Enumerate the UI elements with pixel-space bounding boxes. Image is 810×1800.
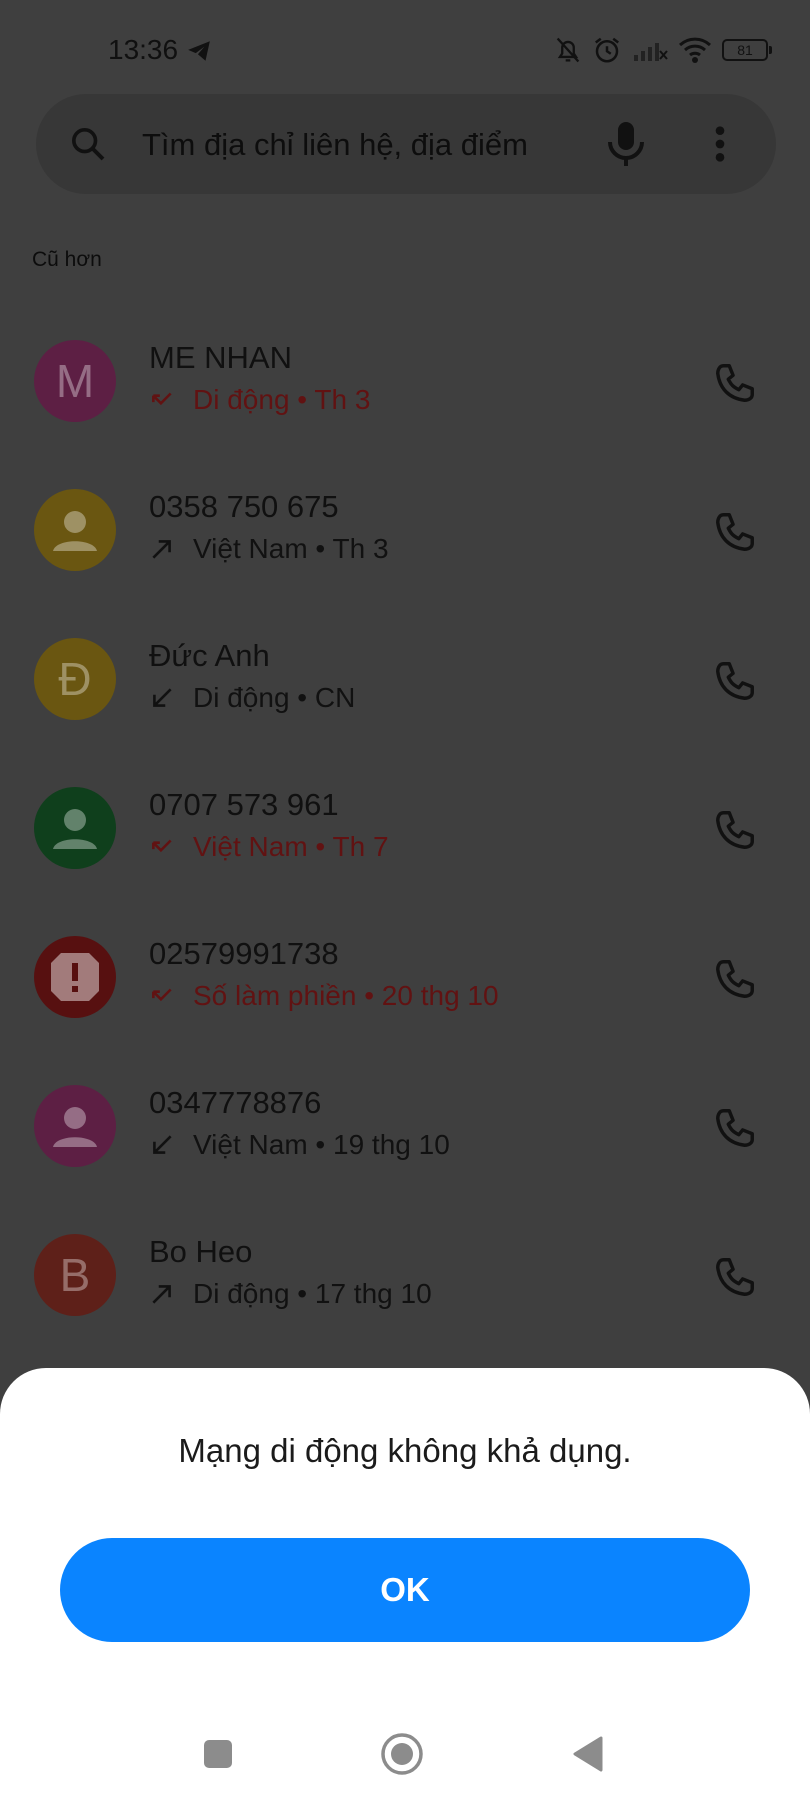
more-vert-icon[interactable] bbox=[712, 124, 728, 164]
alarm-icon bbox=[595, 37, 619, 63]
call-detail: Việt Nam • 19 thg 10 bbox=[149, 1129, 450, 1161]
contact-avatar[interactable]: M bbox=[34, 340, 116, 422]
incoming-call-icon bbox=[153, 1135, 172, 1154]
phone-icon[interactable] bbox=[712, 658, 758, 704]
back-triangle-icon[interactable] bbox=[566, 1732, 610, 1776]
call-log-list: M ME NHAN Di động • Th 3 0358 750 675 Việt N… bbox=[0, 320, 810, 1363]
avatar-initial: B bbox=[59, 1249, 91, 1301]
contact-avatar[interactable]: B bbox=[34, 1234, 116, 1316]
contact-name: 0707 573 961 bbox=[149, 787, 339, 822]
call-log-row[interactable]: B Bo Heo Di động • 17 thg 10 bbox=[0, 1214, 810, 1363]
recents-square-icon[interactable] bbox=[196, 1732, 240, 1776]
phone-icon[interactable] bbox=[712, 956, 758, 1002]
contact-name: Bo Heo bbox=[149, 1234, 253, 1269]
call-detail: Di động • Th 3 bbox=[149, 384, 370, 416]
contact-avatar[interactable]: Đ bbox=[34, 638, 116, 720]
call-detail-text: Di động • Th 3 bbox=[193, 384, 371, 415]
navigation-bar bbox=[0, 1700, 810, 1800]
phone-icon[interactable] bbox=[712, 807, 758, 853]
contact-avatar[interactable] bbox=[34, 489, 116, 571]
contact-name: 0358 750 675 bbox=[149, 489, 339, 524]
call-log-row[interactable]: M ME NHAN Di động • Th 3 bbox=[0, 320, 810, 469]
missed-call-icon bbox=[152, 839, 172, 853]
call-detail: Việt Nam • Th 7 bbox=[149, 831, 389, 863]
contact-name: ME NHAN bbox=[149, 340, 292, 375]
status-time: 13:36 bbox=[108, 34, 179, 65]
phone-icon[interactable] bbox=[712, 1254, 758, 1300]
call-detail-text: Di động • CN bbox=[193, 682, 356, 713]
status-bar: 13:36 81 bbox=[0, 0, 810, 100]
avatar-initial: M bbox=[55, 355, 95, 407]
section-label-older: Cũ hơn bbox=[32, 248, 102, 271]
search-input[interactable] bbox=[140, 116, 574, 174]
call-detail-text: Việt Nam • Th 7 bbox=[193, 831, 389, 862]
avatar-initial: Đ bbox=[58, 653, 92, 705]
call-log-row[interactable]: 02579991738 Số làm phiền • 20 thg 10 bbox=[0, 916, 810, 1065]
home-circle-icon[interactable] bbox=[380, 1732, 424, 1776]
battery-icon: 81 bbox=[722, 39, 772, 61]
phone-icon[interactable] bbox=[712, 509, 758, 555]
ok-button[interactable]: OK bbox=[60, 1538, 750, 1642]
contact-avatar[interactable] bbox=[34, 1085, 116, 1167]
missed-call-icon bbox=[152, 988, 172, 1002]
search-bar[interactable] bbox=[36, 94, 776, 194]
call-log-row[interactable]: 0358 750 675 Việt Nam • Th 3 bbox=[0, 469, 810, 618]
bell-off-icon bbox=[556, 37, 580, 63]
incoming-call-icon bbox=[153, 688, 172, 707]
contact-avatar[interactable] bbox=[34, 936, 116, 1018]
phone-icon[interactable] bbox=[712, 1105, 758, 1151]
wifi-icon bbox=[678, 37, 712, 63]
outgoing-call-icon bbox=[152, 540, 171, 559]
call-detail-text: Việt Nam • 19 thg 10 bbox=[193, 1129, 450, 1160]
call-log-row[interactable]: Đ Đức Anh Di động • CN bbox=[0, 618, 810, 767]
dialog-message: Mạng di động không khả dụng. bbox=[178, 1432, 632, 1469]
search-icon[interactable] bbox=[68, 124, 108, 164]
outgoing-call-icon bbox=[152, 1285, 171, 1304]
mic-icon[interactable] bbox=[606, 120, 646, 168]
call-detail: Di động • 17 thg 10 bbox=[149, 1278, 432, 1310]
call-detail-text: Số làm phiền • 20 thg 10 bbox=[193, 980, 499, 1011]
person-icon bbox=[53, 511, 97, 551]
call-detail: Việt Nam • Th 3 bbox=[149, 533, 389, 565]
call-log-row[interactable]: 0707 573 961 Việt Nam • Th 7 bbox=[0, 767, 810, 916]
status-icons: 81 bbox=[554, 32, 772, 68]
contact-name: 0347778876 bbox=[149, 1085, 322, 1120]
call-detail-text: Di động • 17 thg 10 bbox=[193, 1278, 432, 1309]
contact-name: Đức Anh bbox=[149, 638, 270, 673]
signal-off-icon bbox=[634, 43, 668, 61]
call-detail: Số làm phiền • 20 thg 10 bbox=[149, 980, 499, 1012]
missed-call-icon bbox=[152, 392, 172, 406]
person-icon bbox=[53, 1107, 97, 1147]
call-detail-text: Việt Nam • Th 3 bbox=[193, 533, 389, 564]
phone-icon[interactable] bbox=[712, 360, 758, 406]
battery-level: 81 bbox=[737, 42, 753, 58]
call-log-row[interactable]: 0347778876 Việt Nam • 19 thg 10 bbox=[0, 1065, 810, 1214]
spam-warning-icon bbox=[51, 953, 99, 1001]
contact-name: 02579991738 bbox=[149, 936, 339, 971]
contact-avatar[interactable] bbox=[34, 787, 116, 869]
person-icon bbox=[53, 809, 97, 849]
telegram-icon bbox=[188, 41, 210, 61]
call-detail: Di động • CN bbox=[149, 682, 355, 714]
